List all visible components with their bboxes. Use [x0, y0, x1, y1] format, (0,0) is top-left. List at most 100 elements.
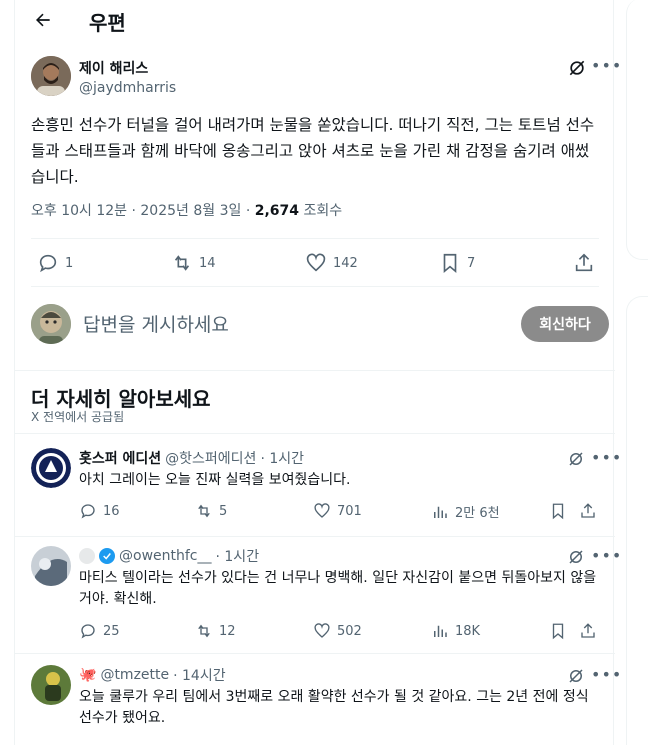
share-icon	[575, 253, 593, 272]
recommended-post[interactable]: 🐙 @tmzette · 14시간 ••• 오늘 쿨루가 우리 팀에서 3번째로…	[15, 665, 621, 745]
tweet-meta: 오후 10시 12분 · 2025년 8월 3일 · 2,674 조회수	[31, 200, 342, 220]
reply-icon	[39, 254, 57, 273]
right-sidebar-card	[626, 0, 648, 260]
page-header: 우편	[15, 0, 615, 40]
recommended-post[interactable]: 홋스퍼 에디션 @핫스퍼에디션 · 1시간 ••• 아치 그레이는 오늘 진짜 …	[15, 448, 621, 536]
divider	[15, 433, 615, 434]
bookmark-icon	[443, 253, 457, 274]
author-name[interactable]: 제이 해리스	[79, 58, 148, 78]
retweet-count: 14	[199, 255, 216, 271]
reply-input[interactable]: 답변을 게시하세요	[83, 310, 229, 337]
retweet-button[interactable]: 14	[171, 252, 216, 274]
bookmark-button[interactable]	[549, 502, 567, 520]
tweet-author: 제이 해리스 @jaydmharris •••	[31, 56, 621, 100]
tweet-text: 손흥민 선수가 터널을 걸어 내려가며 눈물을 쏟았습니다. 떠나기 직전, 그…	[31, 116, 595, 186]
retweet-count: 12	[219, 623, 236, 639]
view-count: 18K	[455, 623, 481, 639]
reply-composer: 답변을 게시하세요 회신하다	[31, 302, 609, 346]
main-column: 우편 제이 해리스 @jaydmharris ••• 손흥민 선수가 터널을 걸…	[14, 0, 621, 745]
back-button[interactable]	[31, 8, 55, 32]
share-button[interactable]	[579, 502, 597, 520]
post-text: 아치 그레이는 오늘 진짜 실력을 보여줬습니다.	[79, 472, 351, 488]
post-text: 오늘 쿨루가 우리 팀에서 3번째로 오래 활약한 선수가 될 것 같아요. 그…	[79, 689, 589, 726]
share-button[interactable]	[573, 252, 595, 274]
post-author-handle[interactable]: @owenthfc__	[119, 548, 212, 564]
share-icon	[581, 503, 595, 518]
reply-icon	[81, 624, 95, 639]
retweet-icon	[198, 624, 210, 638]
views-icon	[434, 506, 447, 518]
reply-submit-button[interactable]: 회신하다	[521, 306, 609, 342]
reply-count: 25	[103, 623, 120, 639]
view-label: 조회수	[299, 203, 343, 219]
avatar[interactable]	[31, 56, 71, 96]
octopus-icon: 🐙	[79, 667, 97, 683]
more-icon[interactable]: •••	[591, 56, 621, 76]
post-header: @owenthfc__ · 1시간	[79, 546, 259, 566]
heart-icon	[314, 503, 330, 518]
reply-icon	[81, 504, 95, 519]
post-time[interactable]: · 1시간	[260, 448, 304, 468]
verified-badge-icon	[99, 548, 115, 564]
reply-count: 1	[65, 255, 74, 271]
grok-icon[interactable]	[567, 548, 587, 568]
bookmark-button[interactable]	[549, 622, 567, 640]
right-sidebar	[626, 0, 648, 745]
reply-button[interactable]: 25	[79, 622, 120, 640]
views-button[interactable]: 18K	[431, 622, 480, 640]
post-author-name[interactable]: 홋스퍼 에디션	[79, 448, 161, 468]
arrow-left-icon	[36, 13, 50, 27]
post-text: 마티스 텔이라는 선수가 있다는 건 너무나 명백해. 일단 자신감이 붙으면 …	[79, 570, 597, 607]
like-button[interactable]: 701	[313, 502, 362, 520]
bookmark-icon	[552, 623, 564, 640]
right-sidebar-card	[626, 296, 648, 745]
more-icon[interactable]: •••	[591, 665, 621, 685]
reply-count: 16	[103, 503, 120, 519]
bookmark-count: 7	[467, 255, 476, 271]
reply-button[interactable]: 16	[79, 502, 120, 520]
post-header: 🐙 @tmzette · 14시간	[79, 665, 226, 685]
avatar[interactable]	[31, 546, 71, 586]
divider	[15, 370, 615, 371]
like-button[interactable]: 142	[305, 252, 358, 274]
post-author-handle[interactable]: @핫스퍼에디션	[165, 448, 256, 468]
bookmark-icon	[552, 503, 564, 520]
share-icon	[581, 623, 595, 638]
divider	[31, 238, 599, 239]
grok-icon[interactable]	[567, 58, 587, 78]
like-count: 502	[337, 623, 362, 639]
heart-icon	[314, 623, 330, 638]
more-icon[interactable]: •••	[591, 448, 621, 468]
more-icon[interactable]: •••	[591, 546, 621, 566]
recommended-post[interactable]: @owenthfc__ · 1시간 ••• 마티스 텔이라는 선수가 있다는 건…	[15, 546, 621, 650]
divider	[15, 653, 615, 654]
avatar[interactable]	[31, 665, 71, 705]
reply-button[interactable]: 1	[37, 252, 73, 274]
avatar[interactable]	[31, 448, 71, 488]
grok-icon[interactable]	[567, 450, 587, 470]
retweet-button[interactable]: 5	[195, 502, 227, 520]
grok-icon[interactable]	[567, 667, 587, 687]
like-button[interactable]: 502	[313, 622, 362, 640]
post-author-handle[interactable]: @tmzette	[100, 667, 169, 683]
bookmark-button[interactable]: 7	[439, 252, 475, 274]
section-subtitle: X 전역에서 공급됨	[31, 410, 125, 424]
divider	[31, 286, 599, 287]
retweet-button[interactable]: 12	[195, 622, 236, 640]
retweet-icon	[174, 255, 190, 271]
post-time[interactable]: · 14시간	[173, 665, 225, 685]
post-time[interactable]: · 1시간	[216, 546, 260, 566]
view-count: 2만 6천	[455, 506, 500, 521]
avatar[interactable]	[31, 304, 71, 344]
like-count: 142	[333, 255, 358, 271]
page-title: 우편	[89, 11, 126, 35]
retweet-icon	[198, 504, 210, 518]
view-count: 2,674	[254, 203, 300, 219]
author-handle[interactable]: @jaydmharris	[79, 80, 176, 96]
retweet-count: 5	[219, 503, 228, 519]
views-button[interactable]: 2만 6천	[431, 502, 500, 521]
like-count: 701	[337, 503, 362, 519]
heart-icon	[306, 253, 326, 272]
tweet-time[interactable]: 오후 10시 12분 · 2025년 8월 3일 ·	[31, 203, 255, 219]
share-button[interactable]	[579, 622, 597, 640]
